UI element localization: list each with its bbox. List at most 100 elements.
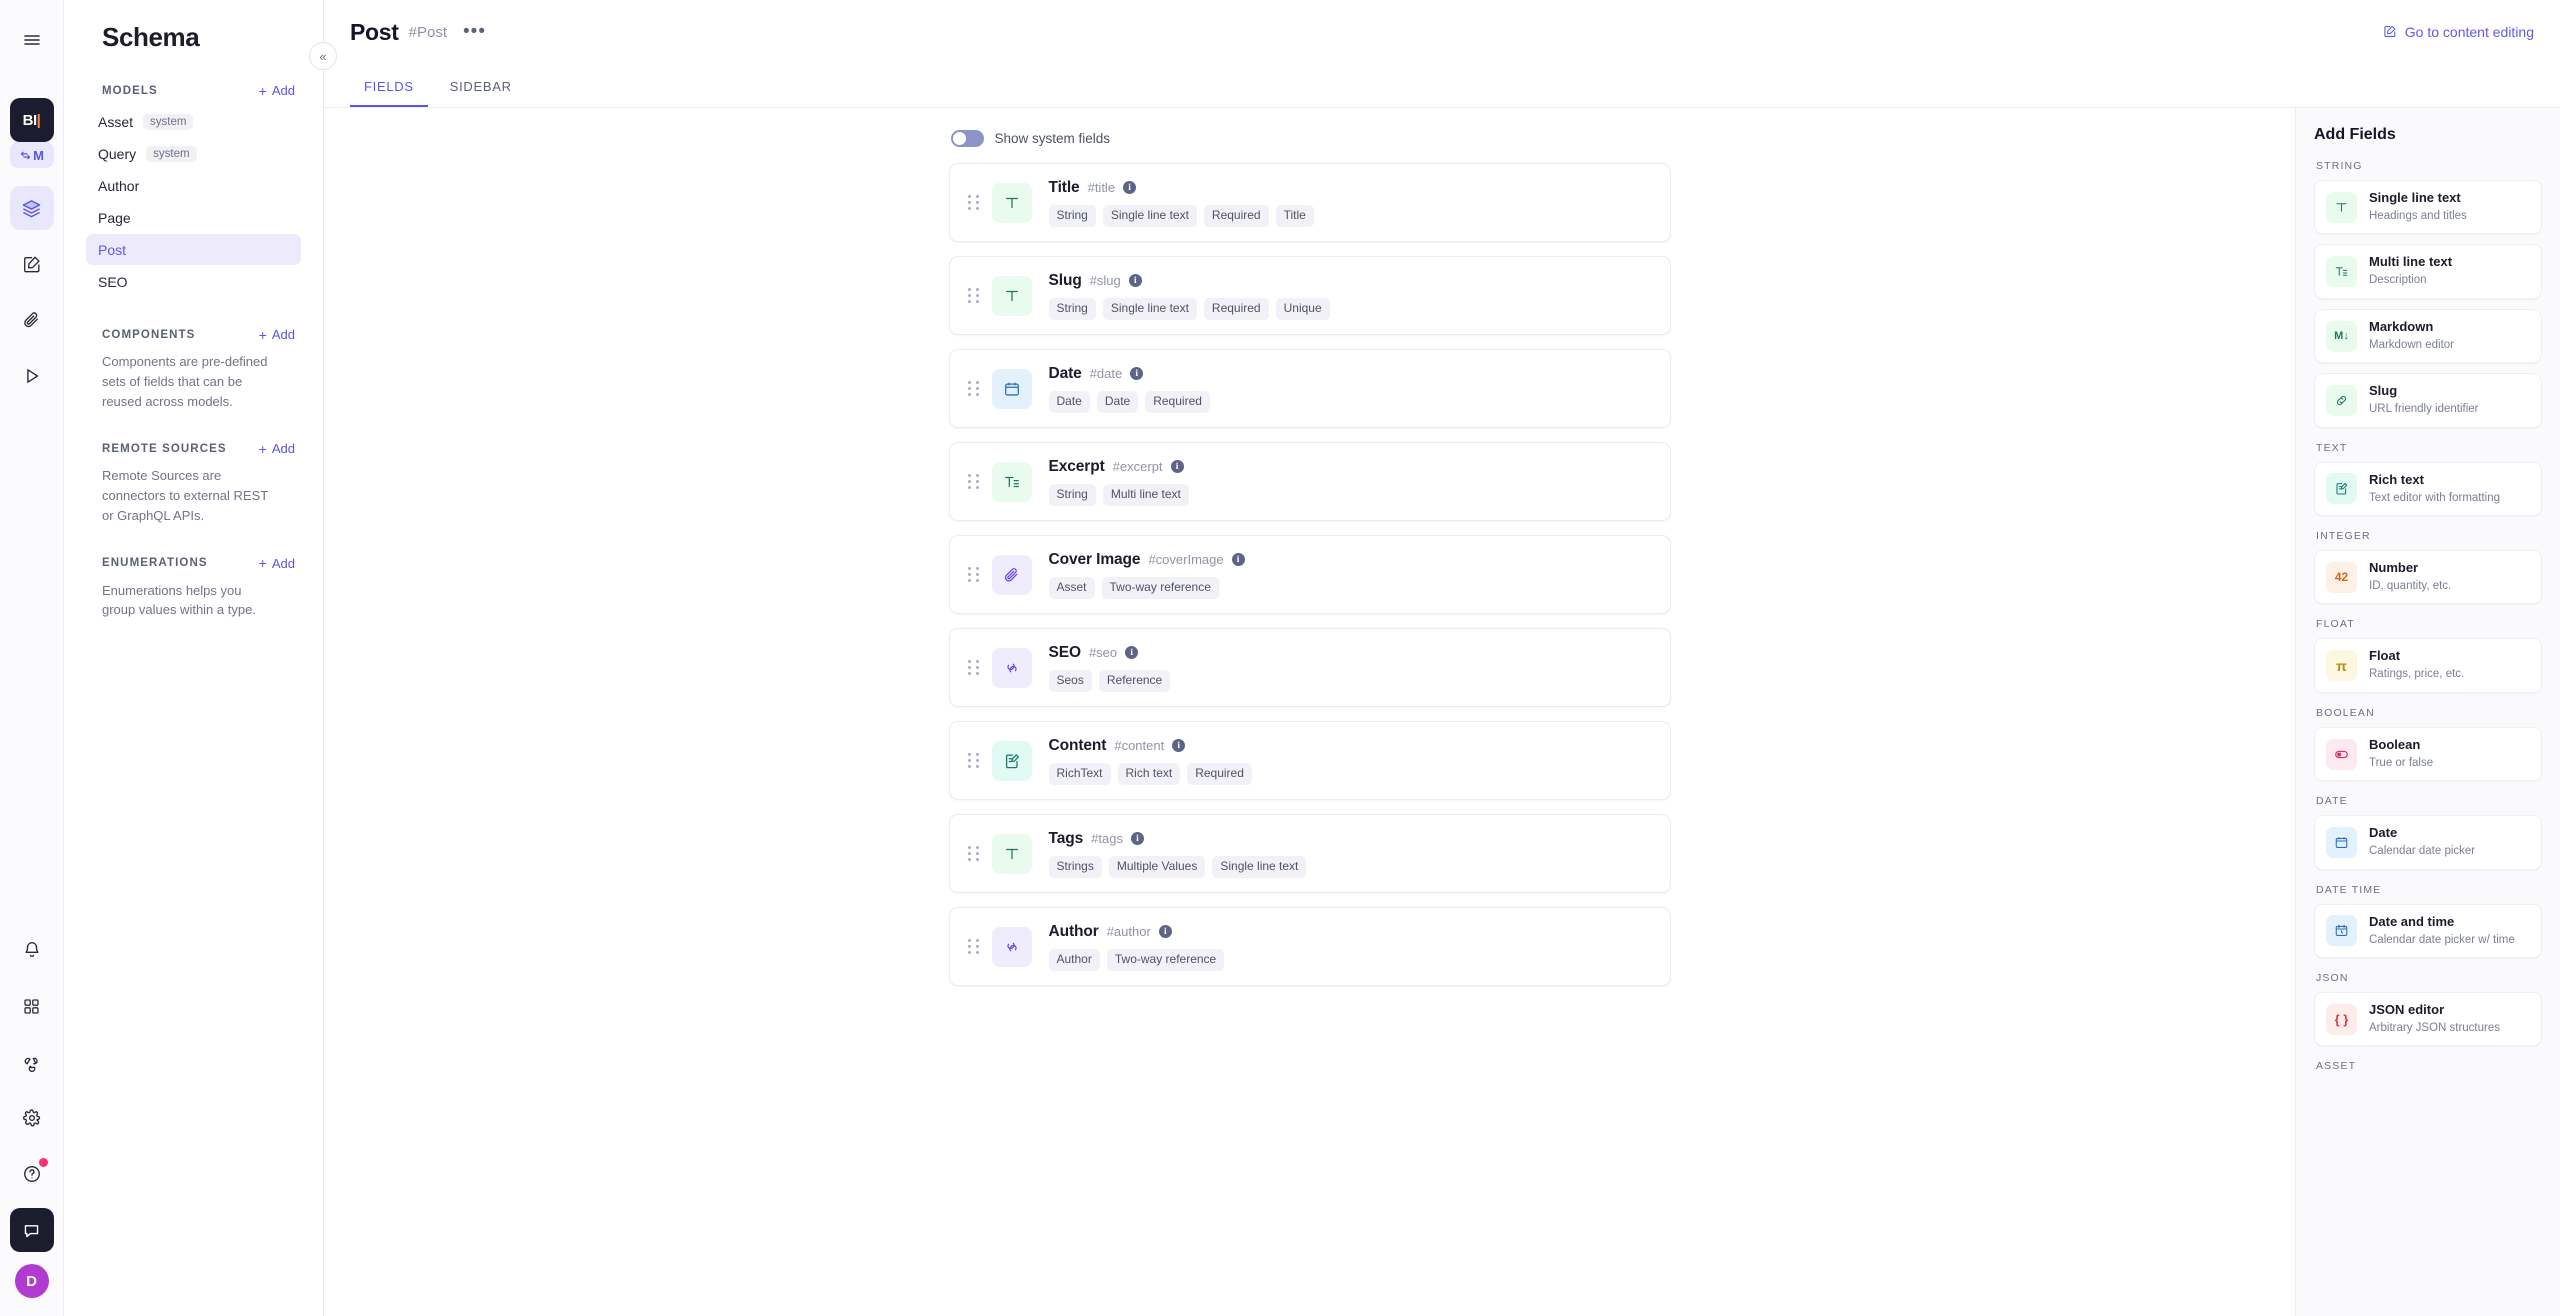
table-row[interactable]: Excerpt #excerpt i String Multi line tex… xyxy=(948,442,1671,521)
card-sub: Headings and titles xyxy=(2369,209,2467,222)
field-body: Excerpt #excerpt i String Multi line tex… xyxy=(1048,458,1654,506)
add-field-multi-line-text[interactable]: Multi line text Description xyxy=(2314,244,2542,299)
plus-icon: + xyxy=(258,82,267,99)
info-icon[interactable]: i xyxy=(1123,181,1137,194)
sidebar-item-seo[interactable]: SEO xyxy=(86,266,301,297)
group-label-date-time: DATE TIME xyxy=(2316,883,2382,896)
markdown-icon: M↓ xyxy=(2326,320,2357,352)
info-icon[interactable]: i xyxy=(1125,646,1139,659)
add-model-button[interactable]: + Add xyxy=(259,83,295,98)
add-field-markdown[interactable]: M↓ Markdown Markdown editor xyxy=(2314,308,2542,364)
drag-handle-icon[interactable] xyxy=(966,195,982,210)
info-icon[interactable]: i xyxy=(1130,367,1144,380)
grid-apps-icon[interactable] xyxy=(10,984,54,1028)
add-model-label: Add xyxy=(271,83,295,98)
add-enumeration-label: Add xyxy=(271,555,295,571)
table-row[interactable]: Cover Image #coverImage i Asset Two-way … xyxy=(948,535,1671,614)
add-field-rich-text[interactable]: Rich text Text editor with formatting xyxy=(2314,461,2542,517)
paperclip-icon[interactable] xyxy=(10,298,54,342)
drag-handle-icon[interactable] xyxy=(966,474,982,489)
sidebar-item-asset[interactable]: Asset system xyxy=(86,106,301,137)
tab-fields[interactable]: FIELDS xyxy=(350,79,428,107)
info-icon[interactable]: i xyxy=(1172,739,1186,752)
gear-icon[interactable] xyxy=(10,1096,54,1140)
card-text: Multi line text Description xyxy=(2369,254,2452,288)
go-to-content-editing-label: Go to content editing xyxy=(2404,24,2534,40)
table-row[interactable]: Slug #slug i String Single line text Req… xyxy=(948,256,1671,335)
brand-logo[interactable]: BI | xyxy=(9,98,54,142)
add-field-number[interactable]: 42 Number ID, quantity, etc. xyxy=(2314,550,2542,605)
field-name: Content xyxy=(1048,736,1107,754)
edit-square-icon xyxy=(2383,24,2397,41)
enumerations-section-header: ENUMERATIONS + Add xyxy=(86,556,301,571)
edit-square-icon[interactable] xyxy=(10,242,54,286)
help-button-wrap xyxy=(10,1152,54,1208)
plus-icon: + xyxy=(258,326,267,343)
enumerations-description: Enumerations helps you group values with… xyxy=(102,582,256,618)
sidebar-item-author[interactable]: Author xyxy=(86,170,301,201)
add-field-single-line-text[interactable]: Single line text Headings and titles xyxy=(2314,180,2542,235)
card-sub: Description xyxy=(2369,274,2427,287)
table-row[interactable]: SEO #seo i Seos Reference xyxy=(948,628,1671,707)
card-sub: Arbitrary JSON structures xyxy=(2369,1021,2500,1034)
drag-handle-icon[interactable] xyxy=(966,846,982,861)
table-row[interactable]: Tags #tags i Strings Multiple Values Sin… xyxy=(948,814,1671,893)
sidebar-item-query[interactable]: Query system xyxy=(86,138,301,169)
field-api-id: #title xyxy=(1087,180,1116,195)
rich-text-icon xyxy=(991,740,1032,781)
info-icon[interactable]: i xyxy=(1158,925,1172,938)
info-icon[interactable]: i xyxy=(1231,553,1245,566)
add-field-date[interactable]: Date Calendar date picker xyxy=(2314,815,2542,870)
drag-handle-icon[interactable] xyxy=(966,939,982,954)
field-chip: Multi line text xyxy=(1102,483,1189,506)
calendar-clock-icon xyxy=(2326,915,2357,947)
field-chip: Unique xyxy=(1275,297,1330,320)
text-single-line-icon xyxy=(2326,191,2357,223)
drag-handle-icon[interactable] xyxy=(966,753,982,768)
add-field-slug[interactable]: Slug URL friendly identifier xyxy=(2314,373,2542,428)
drag-handle-icon[interactable] xyxy=(966,567,982,582)
add-enumeration-button[interactable]: + Add xyxy=(259,556,295,571)
go-to-content-editing-link[interactable]: Go to content editing xyxy=(2383,24,2534,41)
avatar-initial: D xyxy=(26,1272,37,1290)
collapse-sidebar-button[interactable]: « xyxy=(309,42,337,70)
hamburger-menu-icon[interactable] xyxy=(10,18,54,62)
info-icon[interactable]: i xyxy=(1170,460,1184,473)
model-more-menu-button[interactable]: ••• xyxy=(463,22,486,42)
add-field-json-editor[interactable]: { } JSON editor Arbitrary JSON structure… xyxy=(2314,992,2542,1047)
show-system-fields-toggle[interactable] xyxy=(950,130,984,147)
table-row[interactable]: Date #date i Date Date Required xyxy=(948,349,1671,428)
add-field-boolean[interactable]: Boolean True or false xyxy=(2314,726,2542,782)
drag-handle-icon[interactable] xyxy=(966,381,982,396)
card-sub: ID, quantity, etc. xyxy=(2369,579,2452,592)
fields-inner: Show system fields Title #title i String… xyxy=(948,130,1671,1000)
chat-bubble-icon[interactable] xyxy=(9,1208,54,1252)
field-body: Content #content i RichText Rich text Re… xyxy=(1048,737,1654,785)
play-triangle-icon[interactable] xyxy=(10,354,54,398)
layers-icon[interactable] xyxy=(9,186,54,230)
sidebar-item-post[interactable]: Post xyxy=(86,234,301,265)
field-title-row: Content #content i xyxy=(1049,737,1654,755)
field-api-id: #author xyxy=(1106,924,1151,939)
drag-handle-icon[interactable] xyxy=(966,660,982,675)
bell-icon[interactable] xyxy=(10,928,54,972)
paperclip-icon xyxy=(991,554,1032,595)
link-chain-icon xyxy=(991,926,1032,967)
sidebar-item-page[interactable]: Page xyxy=(86,202,301,233)
info-icon[interactable]: i xyxy=(1128,274,1142,287)
tab-sidebar[interactable]: SIDEBAR xyxy=(436,79,526,107)
drag-handle-icon[interactable] xyxy=(966,288,982,303)
card-name: Single line text xyxy=(2369,190,2461,205)
card-sub: Markdown editor xyxy=(2369,338,2455,351)
add-field-float[interactable]: π Float Ratings, price, etc. xyxy=(2314,638,2542,693)
add-field-date-and-time[interactable]: Date and time Calendar date picker w/ ti… xyxy=(2314,903,2542,959)
table-row[interactable]: Author #author i Author Two-way referenc… xyxy=(948,907,1671,986)
webhook-icon[interactable] xyxy=(10,1040,54,1084)
add-component-button[interactable]: + Add xyxy=(259,327,295,342)
project-switcher[interactable]: M xyxy=(9,142,54,168)
avatar[interactable]: D xyxy=(14,1264,49,1298)
add-remote-source-button[interactable]: + Add xyxy=(259,441,295,456)
table-row[interactable]: Content #content i RichText Rich text Re… xyxy=(948,721,1671,800)
info-icon[interactable]: i xyxy=(1130,832,1144,845)
table-row[interactable]: Title #title i String Single line text R… xyxy=(948,163,1671,242)
